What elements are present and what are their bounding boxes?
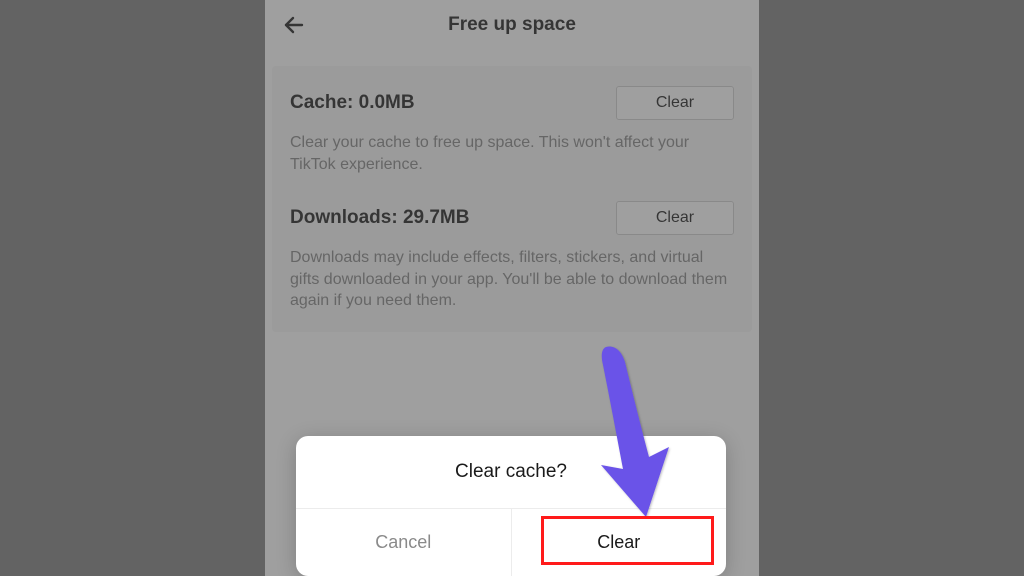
- confirm-dialog: Clear cache? Cancel Clear: [296, 436, 726, 576]
- cancel-button[interactable]: Cancel: [296, 509, 512, 576]
- dialog-title: Clear cache?: [296, 436, 726, 509]
- dialog-buttons: Cancel Clear: [296, 509, 726, 576]
- clear-confirm-button[interactable]: Clear: [512, 509, 727, 576]
